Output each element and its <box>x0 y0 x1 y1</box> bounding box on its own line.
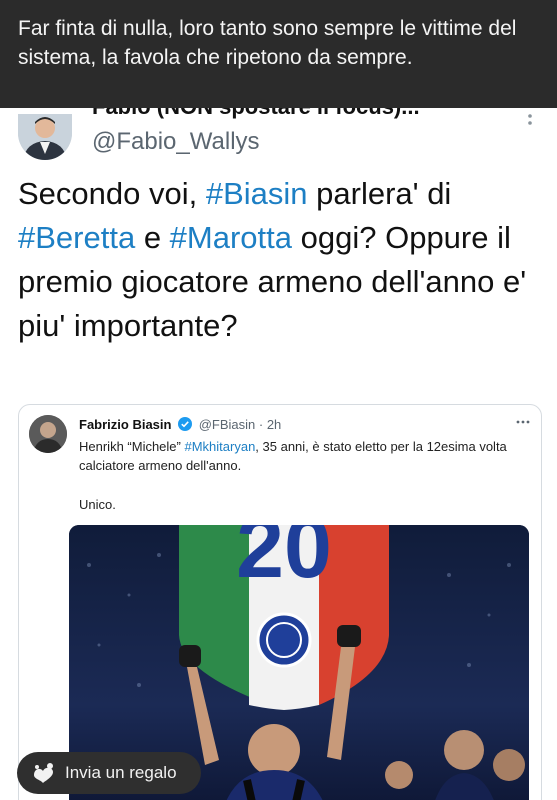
hashtag-beretta[interactable]: #Beretta <box>18 220 135 255</box>
quoted-text: Henrikh “Michele” #Mkhitaryan, 35 anni, … <box>79 437 535 475</box>
send-gift-label: Invia un regalo <box>65 763 177 782</box>
quoted-avatar[interactable] <box>29 415 67 453</box>
banner-number: 20 <box>236 525 332 596</box>
quoted-avatar-image <box>29 415 67 453</box>
hashtag-mkhitaryan[interactable]: #Mkhitaryan <box>184 439 255 454</box>
hashtag-marotta[interactable]: #Marotta <box>170 220 292 255</box>
send-gift-button[interactable]: Invia un regalo <box>17 752 201 794</box>
quoted-more-icon[interactable] <box>515 417 531 427</box>
caption-overlay: Far finta di nulla, loro tanto sono semp… <box>0 0 557 108</box>
quoted-handle[interactable]: @FBiasin <box>199 417 256 432</box>
user-handle[interactable]: @Fabio_Wallys <box>92 128 260 156</box>
quoted-name[interactable]: Fabrizio Biasin <box>79 417 171 432</box>
quoted-tweet-card[interactable]: Fabrizio Biasin @FBiasin · 2h Henrikh “M… <box>18 404 542 800</box>
more-options-icon[interactable] <box>520 114 540 134</box>
caption-text: Far finta di nulla, loro tanto sono semp… <box>18 17 517 69</box>
quoted-header: Fabrizio Biasin @FBiasin · 2h <box>79 417 281 432</box>
quoted-text-segment: Henrikh “Michele” <box>79 439 185 454</box>
tweet-text-segment: Secondo voi, <box>18 176 206 211</box>
quoted-text-unico: Unico. <box>79 497 116 512</box>
avatar[interactable] <box>18 114 72 160</box>
avatar-image <box>18 114 72 160</box>
tweet-text: Secondo voi, #Biasin parlera' di #Berett… <box>18 172 548 348</box>
display-name-clip: Fabio (NON spostare il focus)... <box>92 108 512 122</box>
tweet-text-segment: parlera' di <box>307 176 452 211</box>
tweet-text-segment: e <box>135 220 170 255</box>
tweet-header: Fabio (NON spostare il focus)... @Fabio_… <box>0 108 557 168</box>
quoted-time: · 2h <box>258 417 282 432</box>
display-name[interactable]: Fabio (NON spostare il focus)... <box>92 108 420 120</box>
hashtag-biasin[interactable]: #Biasin <box>206 176 308 211</box>
gift-icon <box>34 763 53 783</box>
verified-badge-icon <box>178 417 193 431</box>
